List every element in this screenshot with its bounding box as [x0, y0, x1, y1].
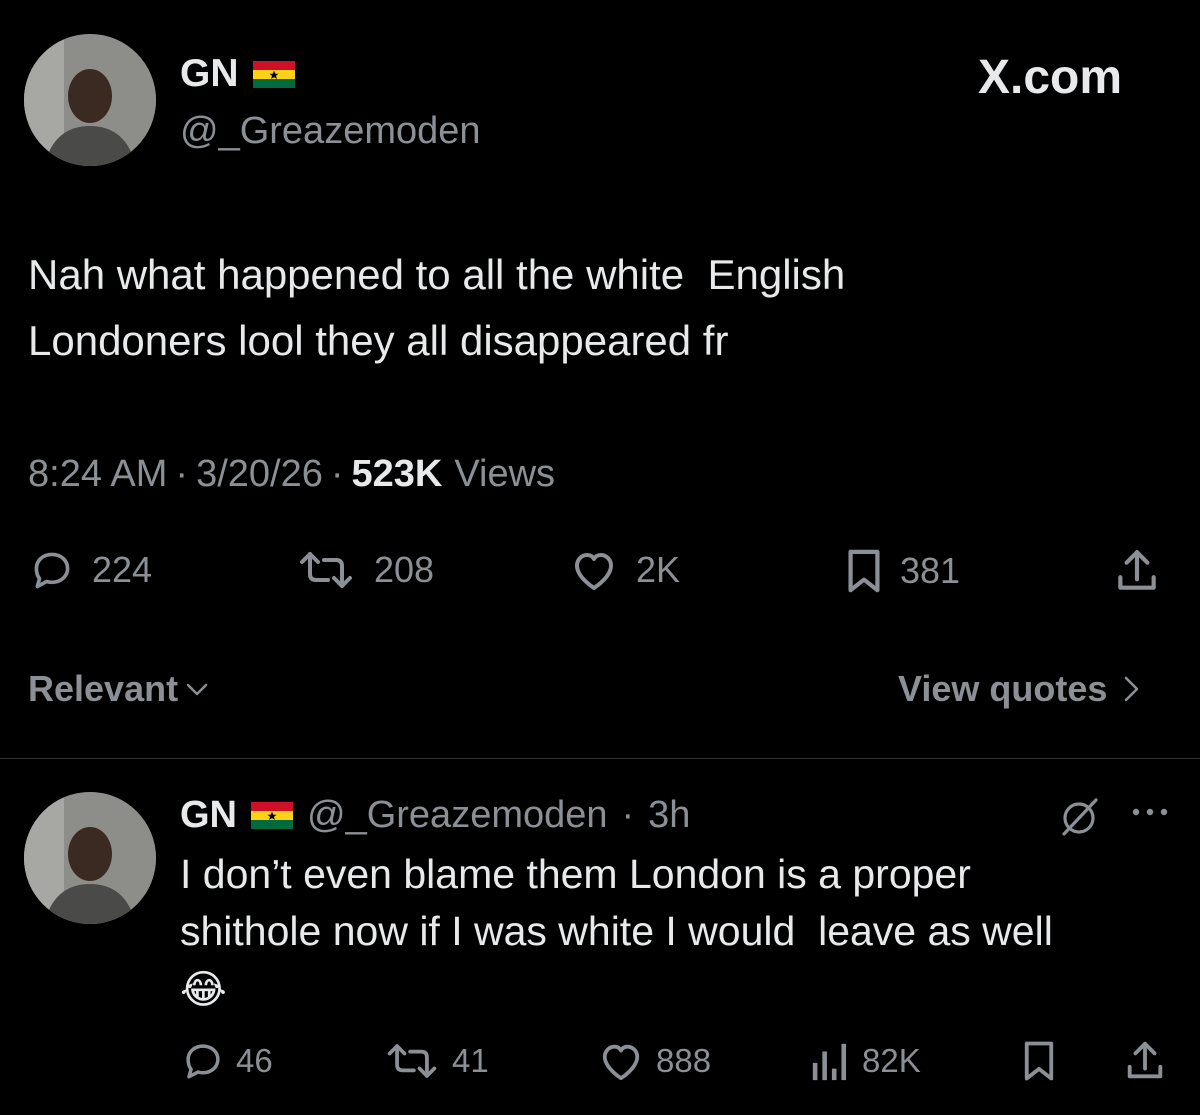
reply-count: 224 [92, 549, 153, 590]
view-quotes-label: View quotes [898, 668, 1108, 709]
bookmark-count: 381 [900, 550, 961, 591]
reply-text-line: shithole now if I was white I would leav… [180, 908, 1053, 954]
chevron-down-icon [186, 683, 208, 696]
reply-views-button[interactable]: 82K [810, 1040, 921, 1082]
analytics-icon [812, 1043, 847, 1081]
sort-label: Relevant [28, 668, 179, 709]
author-avatar[interactable] [24, 34, 156, 166]
meta-separator: · [621, 794, 635, 836]
reply-icon [186, 1044, 220, 1079]
reply-share-button[interactable] [1122, 1038, 1168, 1084]
reply-header: GN @_Greazemoden · 3h [180, 794, 690, 837]
meta-separator: · [175, 453, 189, 495]
reply-like-button[interactable]: 888 [598, 1040, 711, 1082]
reply-icon [34, 552, 70, 589]
like-count: 2K [636, 549, 681, 590]
like-button[interactable]: 2K [570, 548, 680, 592]
reply-button[interactable]: 224 [30, 548, 152, 592]
laughing-emoji: 😂 [180, 968, 227, 1012]
reply-author-handle[interactable]: @_Greazemoden [307, 794, 608, 837]
xcom-label: X.com [978, 51, 1123, 104]
reply-reply-button[interactable]: 46 [182, 1040, 273, 1082]
more-options-icon[interactable] [1130, 804, 1170, 825]
bookmark-button[interactable]: 381 [846, 548, 960, 594]
reply-reply-count: 46 [236, 1042, 273, 1079]
reply-repost-count: 41 [452, 1042, 489, 1079]
ghana-flag-icon [252, 60, 295, 88]
sort-dropdown[interactable]: Relevant [28, 668, 210, 710]
heart-icon [575, 553, 613, 590]
view-quotes-link[interactable]: View quotes [898, 668, 1141, 710]
tweet-time[interactable]: 8:24 AM [28, 453, 167, 496]
meta-separator: · [330, 453, 344, 495]
reply-like-count: 888 [656, 1042, 712, 1079]
views-count: 523K [351, 453, 443, 495]
section-divider [0, 758, 1200, 759]
bookmark-icon [1024, 1041, 1054, 1081]
repost-icon [387, 1044, 437, 1078]
bookmark-icon [848, 549, 880, 593]
chevron-right-icon [1125, 676, 1139, 702]
tweet-text: Nah what happened to all the white Engli… [28, 242, 1148, 374]
author-handle[interactable]: @_Greazemoden [180, 110, 481, 153]
share-icon [1118, 550, 1156, 590]
tweet-meta: 8:24 AM · 3/20/26 · 523K Views [28, 453, 555, 496]
tweet-text-line: Londoners lool they all disappeared fr [28, 317, 729, 364]
ghana-flag-icon [251, 802, 293, 829]
author-name[interactable]: GN [180, 52, 239, 96]
repost-count: 208 [374, 549, 435, 590]
share-icon [1127, 1041, 1163, 1079]
author-name-row[interactable]: GN [180, 52, 295, 96]
reply-author-name[interactable]: GN [180, 794, 237, 837]
xcom-logo: X.com [978, 50, 1122, 105]
reply-bookmark-button[interactable] [1022, 1040, 1056, 1082]
reply-text: I don’t even blame them London is a prop… [180, 846, 1170, 1020]
grok-icon[interactable] [1058, 796, 1102, 843]
reply-views-count: 82K [862, 1042, 921, 1079]
share-button[interactable] [1112, 546, 1162, 596]
repost-icon [300, 552, 352, 588]
views-label: Views [454, 453, 556, 495]
tweet-text-line: Nah what happened to all the white Engli… [28, 251, 846, 298]
tweet-date[interactable]: 3/20/26 [196, 453, 323, 496]
reply-repost-button[interactable]: 41 [384, 1040, 489, 1082]
reply-text-line: I don’t even blame them London is a prop… [180, 851, 971, 897]
reply-age[interactable]: 3h [648, 794, 690, 837]
repost-button[interactable]: 208 [296, 548, 434, 592]
heart-icon [602, 1044, 640, 1081]
reply-author-avatar[interactable] [24, 792, 156, 924]
